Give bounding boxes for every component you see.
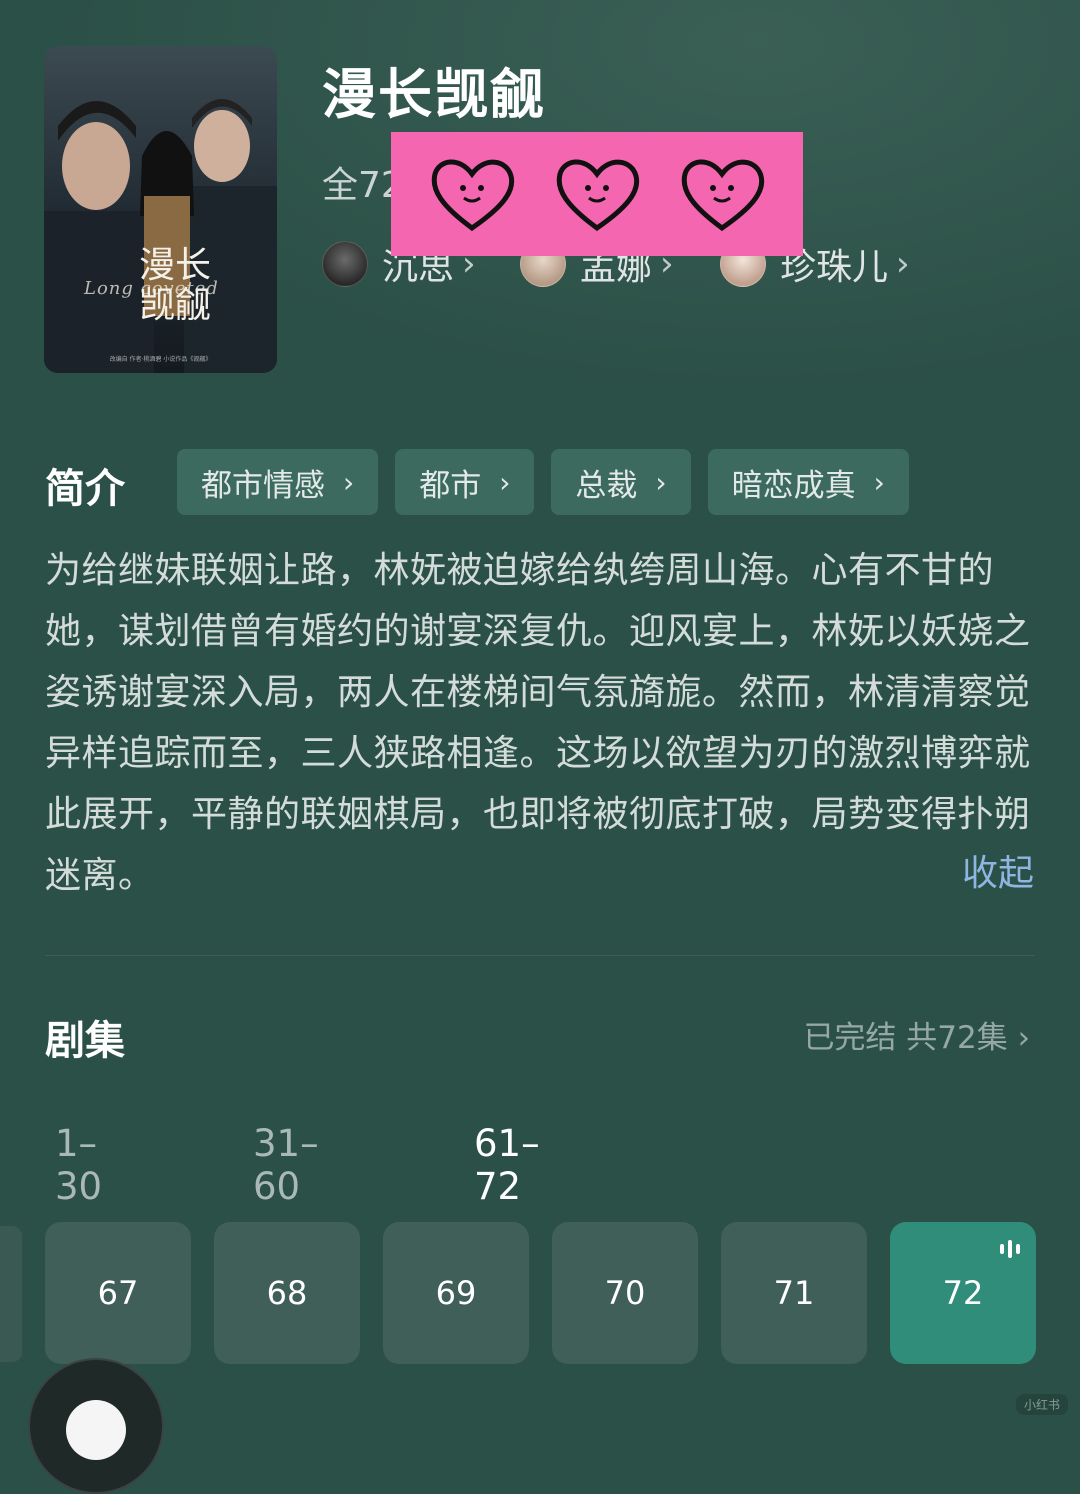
now-playing-icon (1000, 1240, 1020, 1258)
genre-tag[interactable]: 总裁 › (551, 449, 691, 515)
floating-action-button[interactable] (28, 1358, 164, 1494)
episode-scroll-edge (0, 1226, 22, 1362)
genre-tags: 都市情感 › 都市 › 总裁 › 暗恋成真 › (177, 449, 909, 515)
episode-button-current[interactable]: 72 (890, 1222, 1036, 1364)
chevron-right-icon: › (499, 465, 511, 499)
episode-button[interactable]: 67 (45, 1222, 191, 1364)
poster-credit: 改编自 作者·桃酒碧 小说作品《觊觎》 (109, 356, 212, 363)
episode-list: 67 68 69 70 71 72 (45, 1222, 1036, 1364)
chevron-right-icon: › (896, 244, 910, 284)
intro-heading: 简介 (45, 466, 125, 512)
drama-poster[interactable]: Long coveted 漫长 觊觎 改编自 作者·桃酒碧 小说作品《觊觎》 (44, 46, 277, 373)
episode-number: 67 (97, 1274, 139, 1312)
chevron-right-icon: › (873, 465, 885, 499)
tag-label: 都市 (419, 467, 482, 504)
chevron-right-icon: › (655, 465, 667, 499)
episodes-status-link[interactable]: 已完结 共72集 › (803, 1012, 1030, 1057)
heart-face-icon (431, 159, 514, 232)
genre-tag[interactable]: 暗恋成真 › (707, 449, 909, 515)
episode-button[interactable]: 69 (383, 1222, 529, 1364)
range-tab[interactable]: 31–60 (253, 1122, 319, 1208)
genre-tag[interactable]: 都市 › (395, 449, 535, 515)
episode-number: 71 (773, 1274, 815, 1312)
chevron-right-icon: › (343, 465, 355, 499)
episodes-heading: 剧集 (45, 1018, 125, 1064)
genre-tag[interactable]: 都市情感 › (177, 449, 379, 515)
tag-label: 暗恋成真 (731, 467, 856, 504)
episode-number: 69 (435, 1274, 477, 1312)
synopsis-text: 为给继妹联姻让路，林妩被迫嫁给纨绔周山海。心有不甘的她，谋划借曾有婚约的谢宴深复… (45, 550, 1031, 896)
poster-title: 漫长 觊觎 (139, 245, 212, 326)
cast-avatar (322, 241, 368, 287)
episode-number: 72 (942, 1274, 984, 1312)
tag-label: 总裁 (575, 467, 638, 504)
divider (45, 955, 1035, 956)
heart-face-icon (556, 159, 640, 232)
episode-button[interactable]: 71 (721, 1222, 867, 1364)
episode-number: 70 (604, 1274, 646, 1312)
range-tab[interactable]: 1–30 (55, 1122, 102, 1208)
collapse-link[interactable]: 收起 (962, 844, 1034, 896)
heart-face-icon (682, 159, 765, 232)
watermark: 小红书 (1015, 1394, 1068, 1415)
floating-button-icon (66, 1400, 126, 1460)
tag-label: 都市情感 (201, 467, 325, 504)
drama-title: 漫长觊觎 (322, 63, 546, 126)
heart-sticker-overlay (391, 132, 803, 256)
episode-button[interactable]: 68 (214, 1222, 360, 1364)
episode-button[interactable]: 70 (552, 1222, 698, 1364)
episode-number: 68 (266, 1274, 308, 1312)
range-tab-active[interactable]: 61–72 (474, 1122, 540, 1208)
